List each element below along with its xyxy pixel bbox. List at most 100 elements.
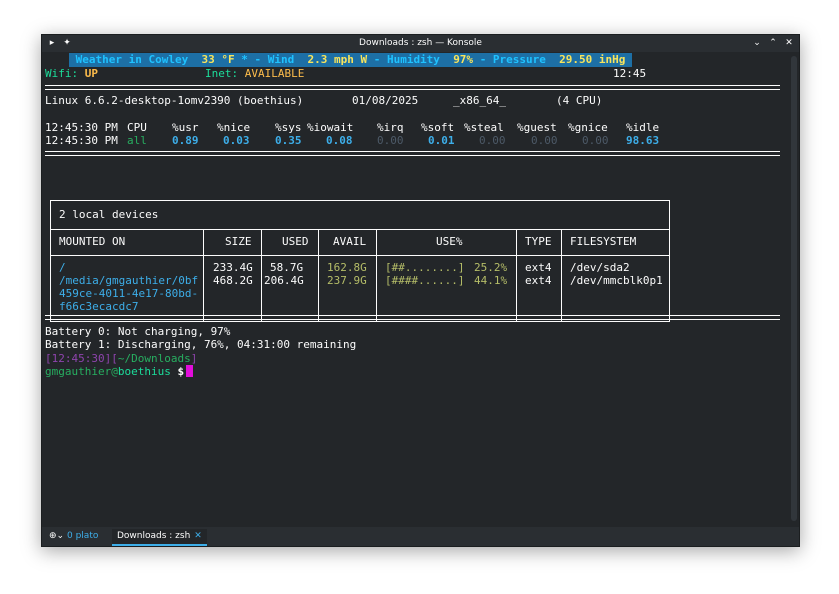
wifi-label: Wifi: [45, 67, 79, 80]
clock: 12:45 [613, 67, 647, 80]
prompt-context: [12:45:30][~/Downloads] [45, 352, 197, 366]
column-header-size: SIZE [225, 235, 252, 248]
divider [45, 85, 780, 90]
column-header-filesystem: FILESYSTEM [570, 235, 637, 248]
cpu-steal-value: 0.00 [479, 134, 506, 147]
tab-label: 0 plato [67, 531, 99, 541]
cpu-header-irq: %irq [377, 121, 404, 134]
disk-mount-cont: f66c3ecacdc7 [59, 300, 139, 313]
cpu-soft-value: 0.01 [428, 134, 455, 147]
cpu-header-soft: %soft [421, 121, 455, 134]
cpu-header-time: 12:45:30 PM [45, 121, 118, 134]
cpu-all: all [127, 134, 147, 147]
cpu-header-usr: %usr [172, 121, 199, 134]
cpu-idle-value: 98.63 [626, 134, 660, 147]
disk-type: ext4 [525, 261, 552, 274]
cpu-header-idle: %idle [626, 121, 660, 134]
weather-label: Weather in Cowley [75, 53, 189, 66]
wifi-value: UP [84, 67, 98, 80]
close-tab-icon[interactable]: ✕ [194, 531, 202, 541]
scrollbar[interactable] [791, 56, 797, 521]
disk-avail: 162.8G [327, 261, 367, 274]
inet-status: Inet: AVAILABLE [205, 67, 304, 81]
cpu-nice-value: 0.03 [223, 134, 250, 147]
disk-mount-cont: 459ce-4011-4e17-80bd- [59, 287, 199, 300]
cpu-header-cpu: CPU [127, 121, 147, 134]
disk-usage-bar: [##........] [385, 261, 465, 274]
column-divider [561, 229, 562, 321]
disk-size: 233.4G [213, 261, 253, 274]
disk-usage-pct: 44.1% [474, 274, 508, 287]
inet-label: Inet: [205, 67, 239, 80]
prompt-line[interactable]: gmgauthier@boethius $ [45, 365, 194, 379]
battery-1-status: Battery 1: Discharging, 76%, 04:31:00 re… [45, 338, 357, 351]
disk-usage-table: 2 local devices MOUNTED ON SIZE USED AVA… [50, 200, 670, 322]
close-icon[interactable]: ✕ [783, 37, 795, 49]
column-header-used: USED [282, 235, 309, 248]
column-header-use-pct: USE% [436, 235, 463, 248]
date: 01/08/2025 [352, 94, 419, 107]
disk-used: 58.7G [270, 261, 304, 274]
cpu-time: 12:45:30 PM [45, 134, 118, 147]
title-bar: ▸ ✦ Downloads : zsh — Konsole ⌄ ⌃ ✕ [42, 35, 799, 52]
cpu-usr-value: 0.89 [172, 134, 199, 147]
cpu-sys-value: 0.35 [275, 134, 302, 147]
wind-label: - Wind [254, 53, 295, 66]
bracket: ] [190, 352, 198, 365]
weather-status-bar: Weather in Cowley 33 °F * - Wind 2.3 mph… [69, 53, 633, 67]
disk-filesystem: /dev/mmcblk0p1 [570, 274, 663, 287]
column-divider [261, 229, 262, 321]
prompt-directory: ~/Downloads [117, 352, 191, 365]
network-status-line: Wifi: UP [45, 67, 98, 81]
cpu-irq-value: 0.00 [377, 134, 404, 147]
disk-type: ext4 [525, 274, 552, 287]
kernel-info: Linux 6.6.2-desktop-1omv2390 (boethius) [45, 94, 304, 107]
terminal-area[interactable]: Weather in Cowley 33 °F * - Wind 2.3 mph… [45, 52, 789, 525]
maximize-icon[interactable]: ⌃ [767, 37, 779, 49]
disk-size: 468.2G [213, 274, 253, 287]
divider [45, 315, 780, 320]
column-divider [318, 229, 319, 321]
battery-0-status: Battery 0: Not charging, 97% [45, 325, 231, 338]
column-header-mounted-on: MOUNTED ON [59, 235, 126, 248]
cpu-count: (4 CPU) [556, 94, 603, 107]
temperature: 33 °F [201, 53, 235, 66]
bracket: ][ [104, 352, 118, 365]
inet-value: AVAILABLE [244, 67, 305, 80]
disk-mount: / [59, 261, 66, 274]
divider [51, 255, 669, 256]
tab-plato[interactable]: 0 plato [62, 529, 103, 544]
disk-avail: 237.9G [327, 274, 367, 287]
bracket: [ [45, 352, 52, 365]
column-divider [376, 229, 377, 321]
cpu-header-nice: %nice [217, 121, 251, 134]
cpu-iowait-value: 0.08 [326, 134, 353, 147]
pressure-value: 29.50 inHg [559, 53, 626, 66]
minimize-icon[interactable]: ⌄ [751, 37, 763, 49]
text-cursor [186, 365, 194, 377]
separator: * [241, 53, 248, 66]
disk-usage-bar: [####......] [385, 274, 465, 287]
tab-downloads[interactable]: Downloads : zsh ✕ [112, 529, 207, 546]
konsole-window: ▸ ✦ Downloads : zsh — Konsole ⌄ ⌃ ✕ Weat… [41, 34, 800, 547]
prompt-host: boethius [117, 365, 171, 378]
divider [45, 151, 780, 156]
disk-table-title: 2 local devices [59, 208, 159, 221]
cpu-gnice-value: 0.00 [582, 134, 609, 147]
humidity-value: 97% [453, 53, 474, 66]
window-title: Downloads : zsh — Konsole [359, 38, 482, 48]
tab-bar: ⊕⌄ 0 plato Downloads : zsh ✕ [42, 527, 799, 546]
prompt-at: @ [111, 365, 118, 378]
column-header-avail: AVAIL [333, 235, 367, 248]
column-header-type: TYPE [525, 235, 552, 248]
cpu-header-iowait: %iowait [307, 121, 354, 134]
disk-usage-pct: 25.2% [474, 261, 508, 274]
humidity-label: - Humidity [373, 53, 440, 66]
cpu-header-steal: %steal [464, 121, 504, 134]
disk-filesystem: /dev/sda2 [570, 261, 630, 274]
cpu-guest-value: 0.00 [531, 134, 558, 147]
cpu-header-guest: %guest [517, 121, 557, 134]
divider [51, 229, 669, 230]
prompt-symbol: $ [177, 365, 185, 378]
column-divider [516, 229, 517, 321]
